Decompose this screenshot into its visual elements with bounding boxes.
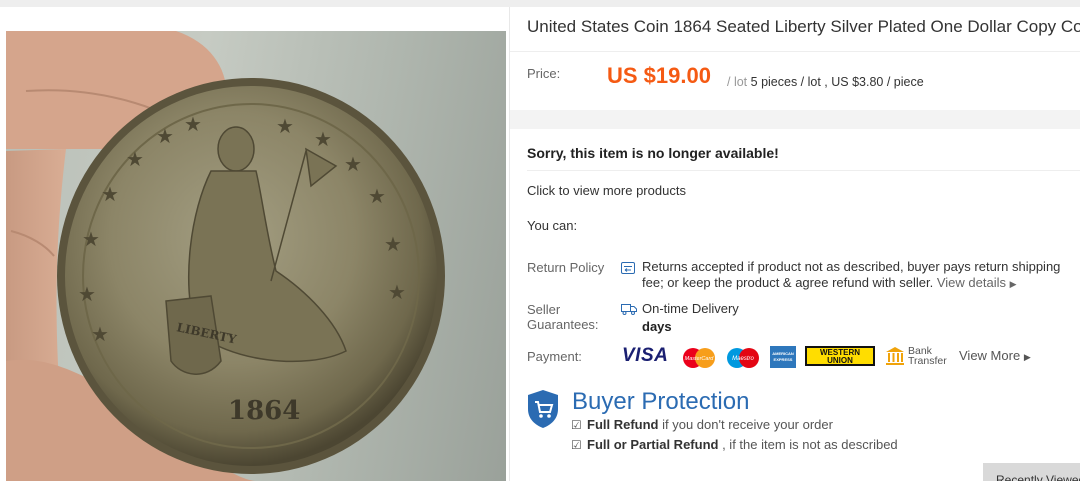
price-per-piece: 5 pieces / lot , US $3.80 / piece bbox=[750, 75, 924, 89]
return-policy-label: Return Policy bbox=[527, 260, 605, 275]
checkbox-check-icon: ☑ bbox=[571, 418, 582, 432]
svg-text:MasterCard: MasterCard bbox=[685, 356, 715, 362]
svg-text:★: ★ bbox=[184, 112, 202, 136]
svg-text:★: ★ bbox=[78, 282, 96, 306]
chevron-right-icon: ▶ bbox=[1009, 279, 1017, 289]
coin-photo: ★ ★ ★ ★ ★ ★ ★ ★ ★ ★ ★ ★ ★ LIBERTY 1864 bbox=[6, 31, 445, 481]
mastercard-icon: MasterCard bbox=[681, 347, 717, 374]
svg-text:★: ★ bbox=[344, 152, 362, 176]
price-label: Price: bbox=[527, 66, 561, 81]
svg-text:★: ★ bbox=[91, 322, 109, 346]
on-time-delivery: On-time Delivery bbox=[642, 301, 739, 316]
svg-text:★: ★ bbox=[384, 232, 402, 256]
maestro-icon: Maestro bbox=[725, 347, 761, 374]
view-details-link[interactable]: View details ▶ bbox=[937, 275, 1017, 290]
western-union-icon: WESTERN UNION bbox=[805, 346, 875, 371]
checkbox-check-icon: ☑ bbox=[571, 438, 582, 452]
you-can-label: You can: bbox=[527, 218, 578, 233]
coin-year: 1864 bbox=[228, 396, 300, 426]
return-policy-line1: Returns accepted if product not as descr… bbox=[642, 259, 1061, 274]
divider bbox=[510, 51, 1080, 52]
svg-text:★: ★ bbox=[126, 147, 144, 171]
truck-icon bbox=[621, 302, 637, 320]
price-amount: US $19.00 bbox=[607, 63, 711, 88]
divider bbox=[509, 7, 510, 481]
payment-label: Payment: bbox=[527, 349, 582, 364]
svg-text:★: ★ bbox=[388, 280, 406, 304]
view-more-products-link[interactable]: Click to view more products bbox=[527, 183, 686, 198]
product-title: United States Coin 1864 Seated Liberty S… bbox=[527, 17, 1080, 36]
return-policy-line2: fee; or keep the product & agree refund … bbox=[642, 275, 934, 290]
svg-text:★: ★ bbox=[276, 114, 294, 138]
svg-text:★: ★ bbox=[156, 124, 174, 148]
svg-text:Maestro: Maestro bbox=[732, 356, 754, 362]
svg-text:UNION: UNION bbox=[827, 356, 853, 365]
top-bar bbox=[0, 0, 1080, 7]
unavailable-notice: Sorry, this item is no longer available! bbox=[527, 145, 779, 161]
svg-text:AMERICAN: AMERICAN bbox=[772, 351, 794, 356]
svg-text:★: ★ bbox=[101, 182, 119, 206]
buyer-protection-item: ☑ Full Refund if you don't receive your o… bbox=[571, 417, 833, 432]
price-unit: / lot bbox=[727, 75, 748, 89]
bank-transfer-label: Bank Transfer bbox=[908, 345, 947, 367]
shield-cart-icon bbox=[527, 389, 559, 434]
divider bbox=[527, 170, 1080, 171]
return-policy-text: Returns accepted if product not as descr… bbox=[642, 259, 1080, 292]
visa-icon: VISA bbox=[622, 345, 669, 366]
view-more-payment-link[interactable]: View More ▶ bbox=[959, 348, 1031, 363]
section-band bbox=[510, 110, 1080, 129]
recently-viewed-tab[interactable]: Recently Viewed bbox=[983, 463, 1080, 481]
price-detail: / lot 5 pieces / lot , US $3.80 / piece bbox=[727, 75, 924, 89]
product-image[interactable]: ★ ★ ★ ★ ★ ★ ★ ★ ★ ★ ★ ★ ★ LIBERTY 1864 bbox=[6, 31, 506, 481]
buyer-protection-title: Buyer Protection bbox=[572, 388, 750, 415]
bank-icon bbox=[885, 346, 905, 371]
seller-guarantees-label: Seller Guarantees: bbox=[527, 302, 599, 332]
return-policy-icon bbox=[621, 261, 635, 279]
svg-text:★: ★ bbox=[368, 184, 386, 208]
svg-text:★: ★ bbox=[314, 127, 332, 151]
svg-text:★: ★ bbox=[82, 227, 100, 251]
buyer-protection-item: ☑ Full or Partial Refund , if the item is… bbox=[571, 437, 898, 452]
delivery-days: days bbox=[642, 319, 672, 334]
svg-text:EXPRESS: EXPRESS bbox=[774, 357, 793, 362]
chevron-right-icon: ▶ bbox=[1023, 352, 1031, 362]
amex-icon: AMERICAN EXPRESS bbox=[770, 346, 796, 373]
